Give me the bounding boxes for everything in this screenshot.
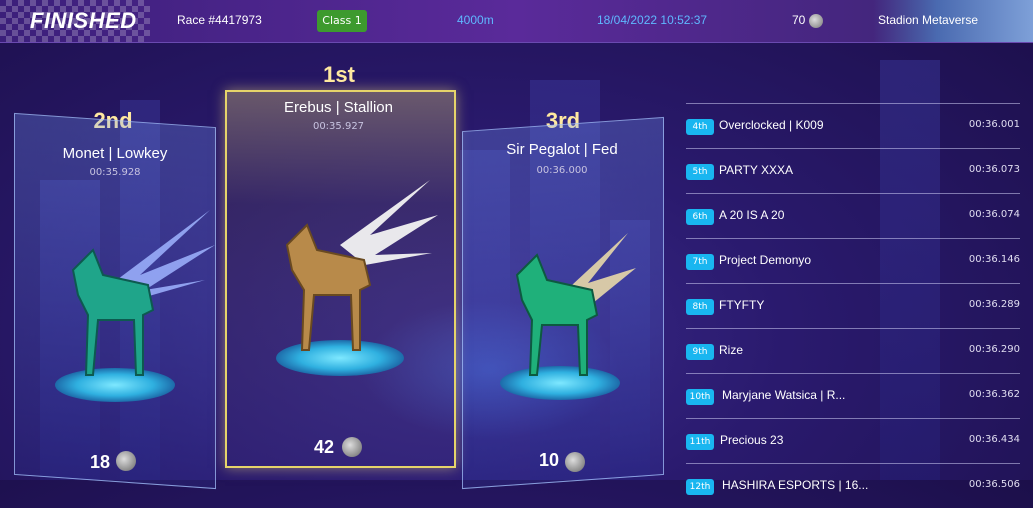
horse-time: 00:35.927 bbox=[312, 121, 365, 132]
result-row[interactable]: 6th A 20 IS A 20 00:36.074 bbox=[686, 193, 1020, 238]
podium-rank: 1st bbox=[323, 62, 355, 87]
horse-figure-icon bbox=[285, 223, 372, 351]
horse-name: FTYFTY bbox=[719, 298, 765, 312]
race-status: FINISHED bbox=[30, 8, 137, 33]
horse-name: A 20 IS A 20 bbox=[719, 208, 785, 222]
coin-icon bbox=[565, 452, 585, 472]
horse-figure-icon bbox=[71, 248, 155, 376]
race-id: Race #4417973 bbox=[177, 13, 262, 27]
horse-time: 00:35.928 bbox=[89, 167, 141, 178]
prize-value: 70 bbox=[792, 13, 806, 27]
race-venue: Stadion Metaverse bbox=[878, 13, 979, 27]
position-badge: 5th bbox=[686, 164, 714, 180]
horse-name: HASHIRA ESPORTS | 16... bbox=[722, 478, 869, 492]
points-value: 18 bbox=[90, 452, 111, 472]
result-row[interactable]: 10th Maryjane Watsica | R... 00:36.362 bbox=[686, 373, 1020, 418]
race-time: 00:36.362 bbox=[968, 389, 1020, 400]
points-value: 10 bbox=[539, 450, 560, 470]
prize-amount: 70 bbox=[792, 13, 823, 28]
horse-name: Rize bbox=[719, 343, 744, 357]
coin-icon bbox=[808, 13, 823, 28]
horse-name: Erebus | Stallion bbox=[284, 99, 393, 116]
horse-name: Sir Pegalot | Fed bbox=[506, 141, 618, 158]
race-time: 00:36.146 bbox=[968, 254, 1020, 265]
horse-name: Maryjane Watsica | R... bbox=[722, 388, 846, 402]
horse-time: 00:36.000 bbox=[536, 165, 588, 176]
coin-icon bbox=[342, 437, 362, 457]
results-list: 4th Overclocked | K009 00:36.001 5th PAR… bbox=[686, 103, 1020, 508]
race-time: 00:36.506 bbox=[968, 479, 1020, 490]
points-value: 42 bbox=[314, 437, 335, 457]
result-row[interactable]: 9th Rize 00:36.290 bbox=[686, 328, 1020, 373]
race-class-badge: Class 1 bbox=[317, 10, 367, 32]
race-time: 00:36.289 bbox=[968, 299, 1020, 310]
race-distance: 4000m bbox=[457, 13, 494, 27]
horse-name: PARTY XXXA bbox=[719, 163, 794, 177]
horse-name: Precious 23 bbox=[720, 433, 784, 447]
position-badge: 4th bbox=[686, 119, 714, 135]
coin-icon bbox=[116, 451, 136, 471]
result-row[interactable]: 5th PARTY XXXA 00:36.073 bbox=[686, 148, 1020, 193]
horse-name: Overclocked | K009 bbox=[719, 118, 824, 132]
race-time: 00:36.290 bbox=[968, 344, 1020, 355]
result-row[interactable]: 7th Project Demonyo 00:36.146 bbox=[686, 238, 1020, 283]
position-badge: 9th bbox=[686, 344, 714, 360]
position-badge: 12th bbox=[686, 479, 714, 495]
result-row[interactable]: 12th HASHIRA ESPORTS | 16... 00:36.506 bbox=[686, 463, 1020, 508]
race-time: 00:36.074 bbox=[968, 209, 1020, 220]
position-badge: 8th bbox=[686, 299, 714, 315]
position-badge: 11th bbox=[686, 434, 714, 450]
race-datetime: 18/04/2022 10:52:37 bbox=[597, 13, 708, 27]
position-badge: 6th bbox=[686, 209, 714, 225]
race-header-bar: FINISHED Race #4417973 Class 1 4000m 18/… bbox=[0, 0, 1033, 43]
race-time: 00:36.073 bbox=[968, 164, 1020, 175]
result-row[interactable]: 11th Precious 23 00:36.434 bbox=[686, 418, 1020, 463]
result-row[interactable]: 4th Overclocked | K009 00:36.001 bbox=[686, 103, 1020, 148]
horse-figure-icon bbox=[515, 253, 599, 376]
horse-name: Monet | Lowkey bbox=[62, 145, 168, 162]
horse-name: Project Demonyo bbox=[719, 253, 812, 267]
result-row[interactable]: 8th FTYFTY 00:36.289 bbox=[686, 283, 1020, 328]
position-badge: 7th bbox=[686, 254, 714, 270]
race-time: 00:36.001 bbox=[968, 119, 1020, 130]
position-badge: 10th bbox=[686, 389, 714, 405]
race-time: 00:36.434 bbox=[968, 434, 1020, 445]
